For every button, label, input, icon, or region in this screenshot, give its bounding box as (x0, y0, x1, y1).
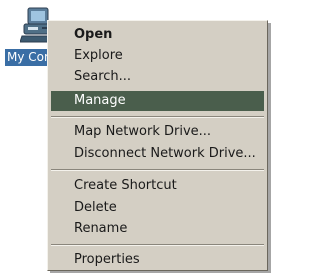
menu-item-create-shortcut[interactable]: Create Shortcut (51, 176, 264, 196)
menu-item-properties[interactable]: Properties (51, 250, 264, 270)
menu-item-delete[interactable]: Delete (51, 198, 264, 218)
menu-separator (51, 169, 264, 171)
menu-item-manage[interactable]: Manage (51, 91, 264, 111)
menu-item-map-network-drive[interactable]: Map Network Drive... (51, 122, 264, 142)
menu-item-search[interactable]: Search... (51, 67, 264, 87)
menu-item-disconnect-network-drive[interactable]: Disconnect Network Drive... (51, 144, 264, 164)
menu-item-rename[interactable]: Rename (51, 219, 264, 239)
menu-item-explore[interactable]: Explore (51, 46, 264, 66)
menu-separator (51, 116, 264, 118)
menu-separator (51, 244, 264, 246)
menu-item-open[interactable]: Open (51, 25, 264, 45)
desktop: My Computer Open Explore Search... Manag… (0, 0, 275, 273)
context-menu: Open Explore Search... Manage Map Networ… (47, 20, 268, 271)
